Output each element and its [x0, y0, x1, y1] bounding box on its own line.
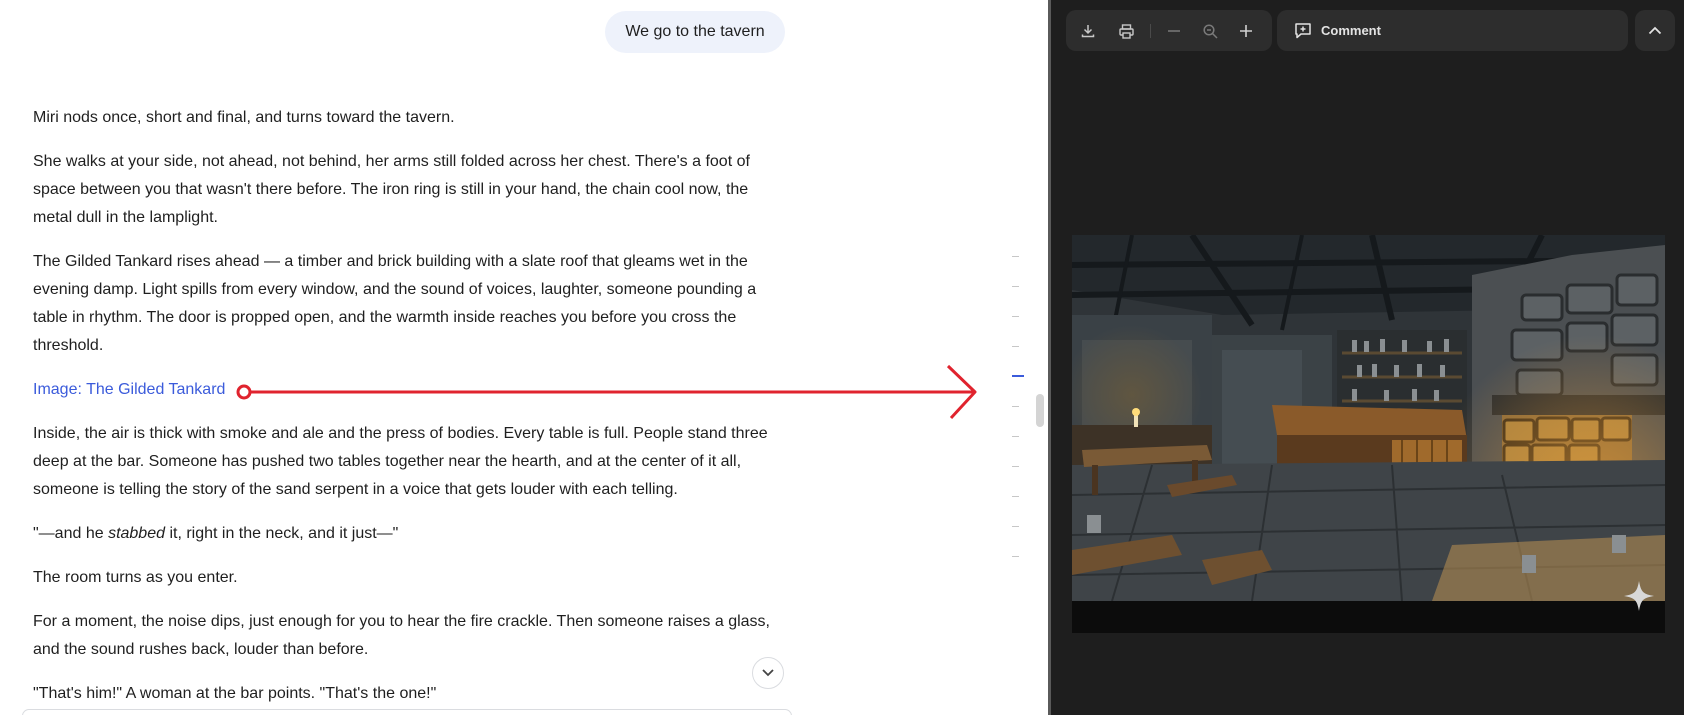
nav-tick[interactable]: [1012, 316, 1019, 317]
scroll-down-button[interactable]: [752, 657, 784, 689]
chevron-up-icon: [1648, 26, 1662, 35]
nav-tick[interactable]: [1012, 256, 1019, 257]
zoom-reset-button[interactable]: [1197, 18, 1223, 44]
chat-scrollbar-thumb[interactable]: [1036, 394, 1044, 427]
image-link-line: Image: The Gilded Tankard: [33, 376, 788, 404]
nav-tick[interactable]: [1012, 406, 1019, 407]
zoom-icon: [1202, 23, 1218, 39]
download-button[interactable]: [1075, 18, 1101, 44]
message-input-edge[interactable]: [22, 709, 792, 715]
zoom-in-button[interactable]: [1233, 18, 1259, 44]
nav-tick[interactable]: [1012, 346, 1019, 347]
quote-emphasis: stabbed: [108, 525, 165, 542]
nav-tick[interactable]: [1012, 526, 1019, 527]
zoom-out-button[interactable]: [1161, 18, 1187, 44]
nav-tick[interactable]: [1012, 286, 1019, 287]
response-paragraph: For a moment, the noise dips, just enoug…: [33, 613, 770, 658]
add-comment-icon: [1295, 23, 1311, 39]
response-paragraph: "That's him!" A woman at the bar points.…: [33, 685, 437, 702]
plus-icon: [1240, 25, 1252, 37]
nav-tick[interactable]: [1012, 466, 1019, 467]
response-paragraph: She walks at your side, not ahead, not b…: [33, 153, 750, 226]
image-link[interactable]: Image: The Gilded Tankard: [33, 381, 225, 398]
nav-tick[interactable]: [1012, 496, 1019, 497]
quote-start: "—and he: [33, 525, 109, 542]
nav-tick[interactable]: [1012, 436, 1019, 437]
response-paragraph: Miri nods once, short and final, and tur…: [33, 109, 455, 126]
user-message-bubble: We go to the tavern: [605, 11, 785, 53]
tavern-image-preview[interactable]: [1072, 235, 1665, 633]
message-navigation-ticks[interactable]: [1012, 250, 1024, 570]
nav-tick-active[interactable]: [1012, 375, 1024, 377]
collapse-button[interactable]: [1635, 10, 1675, 51]
response-paragraph: The room turns as you enter.: [33, 569, 238, 586]
print-icon: [1118, 23, 1134, 39]
comment-label: Comment: [1321, 23, 1381, 38]
minus-icon: [1168, 30, 1180, 32]
download-icon: [1081, 25, 1095, 38]
viewer-toolbar: [1066, 10, 1272, 51]
user-message-text: We go to the tavern: [625, 23, 765, 40]
comment-button[interactable]: Comment: [1277, 10, 1628, 51]
response-paragraph: Inside, the air is thick with smoke and …: [33, 425, 768, 498]
image-viewer-panel: Comment: [1048, 0, 1684, 715]
toolbar-separator: [1150, 24, 1151, 38]
print-button[interactable]: [1113, 18, 1139, 44]
response-paragraph: The Gilded Tankard rises ahead — a timbe…: [33, 253, 757, 354]
quote-end: it, right in the neck, and it just—": [165, 525, 399, 542]
response-paragraph: "—and he stabbed it, right in the neck, …: [33, 520, 788, 548]
tavern-illustration: [1072, 235, 1665, 633]
chat-panel: We go to the tavern Miri nods once, shor…: [0, 0, 1048, 715]
chevron-down-icon: [762, 669, 774, 677]
nav-tick[interactable]: [1012, 556, 1019, 557]
